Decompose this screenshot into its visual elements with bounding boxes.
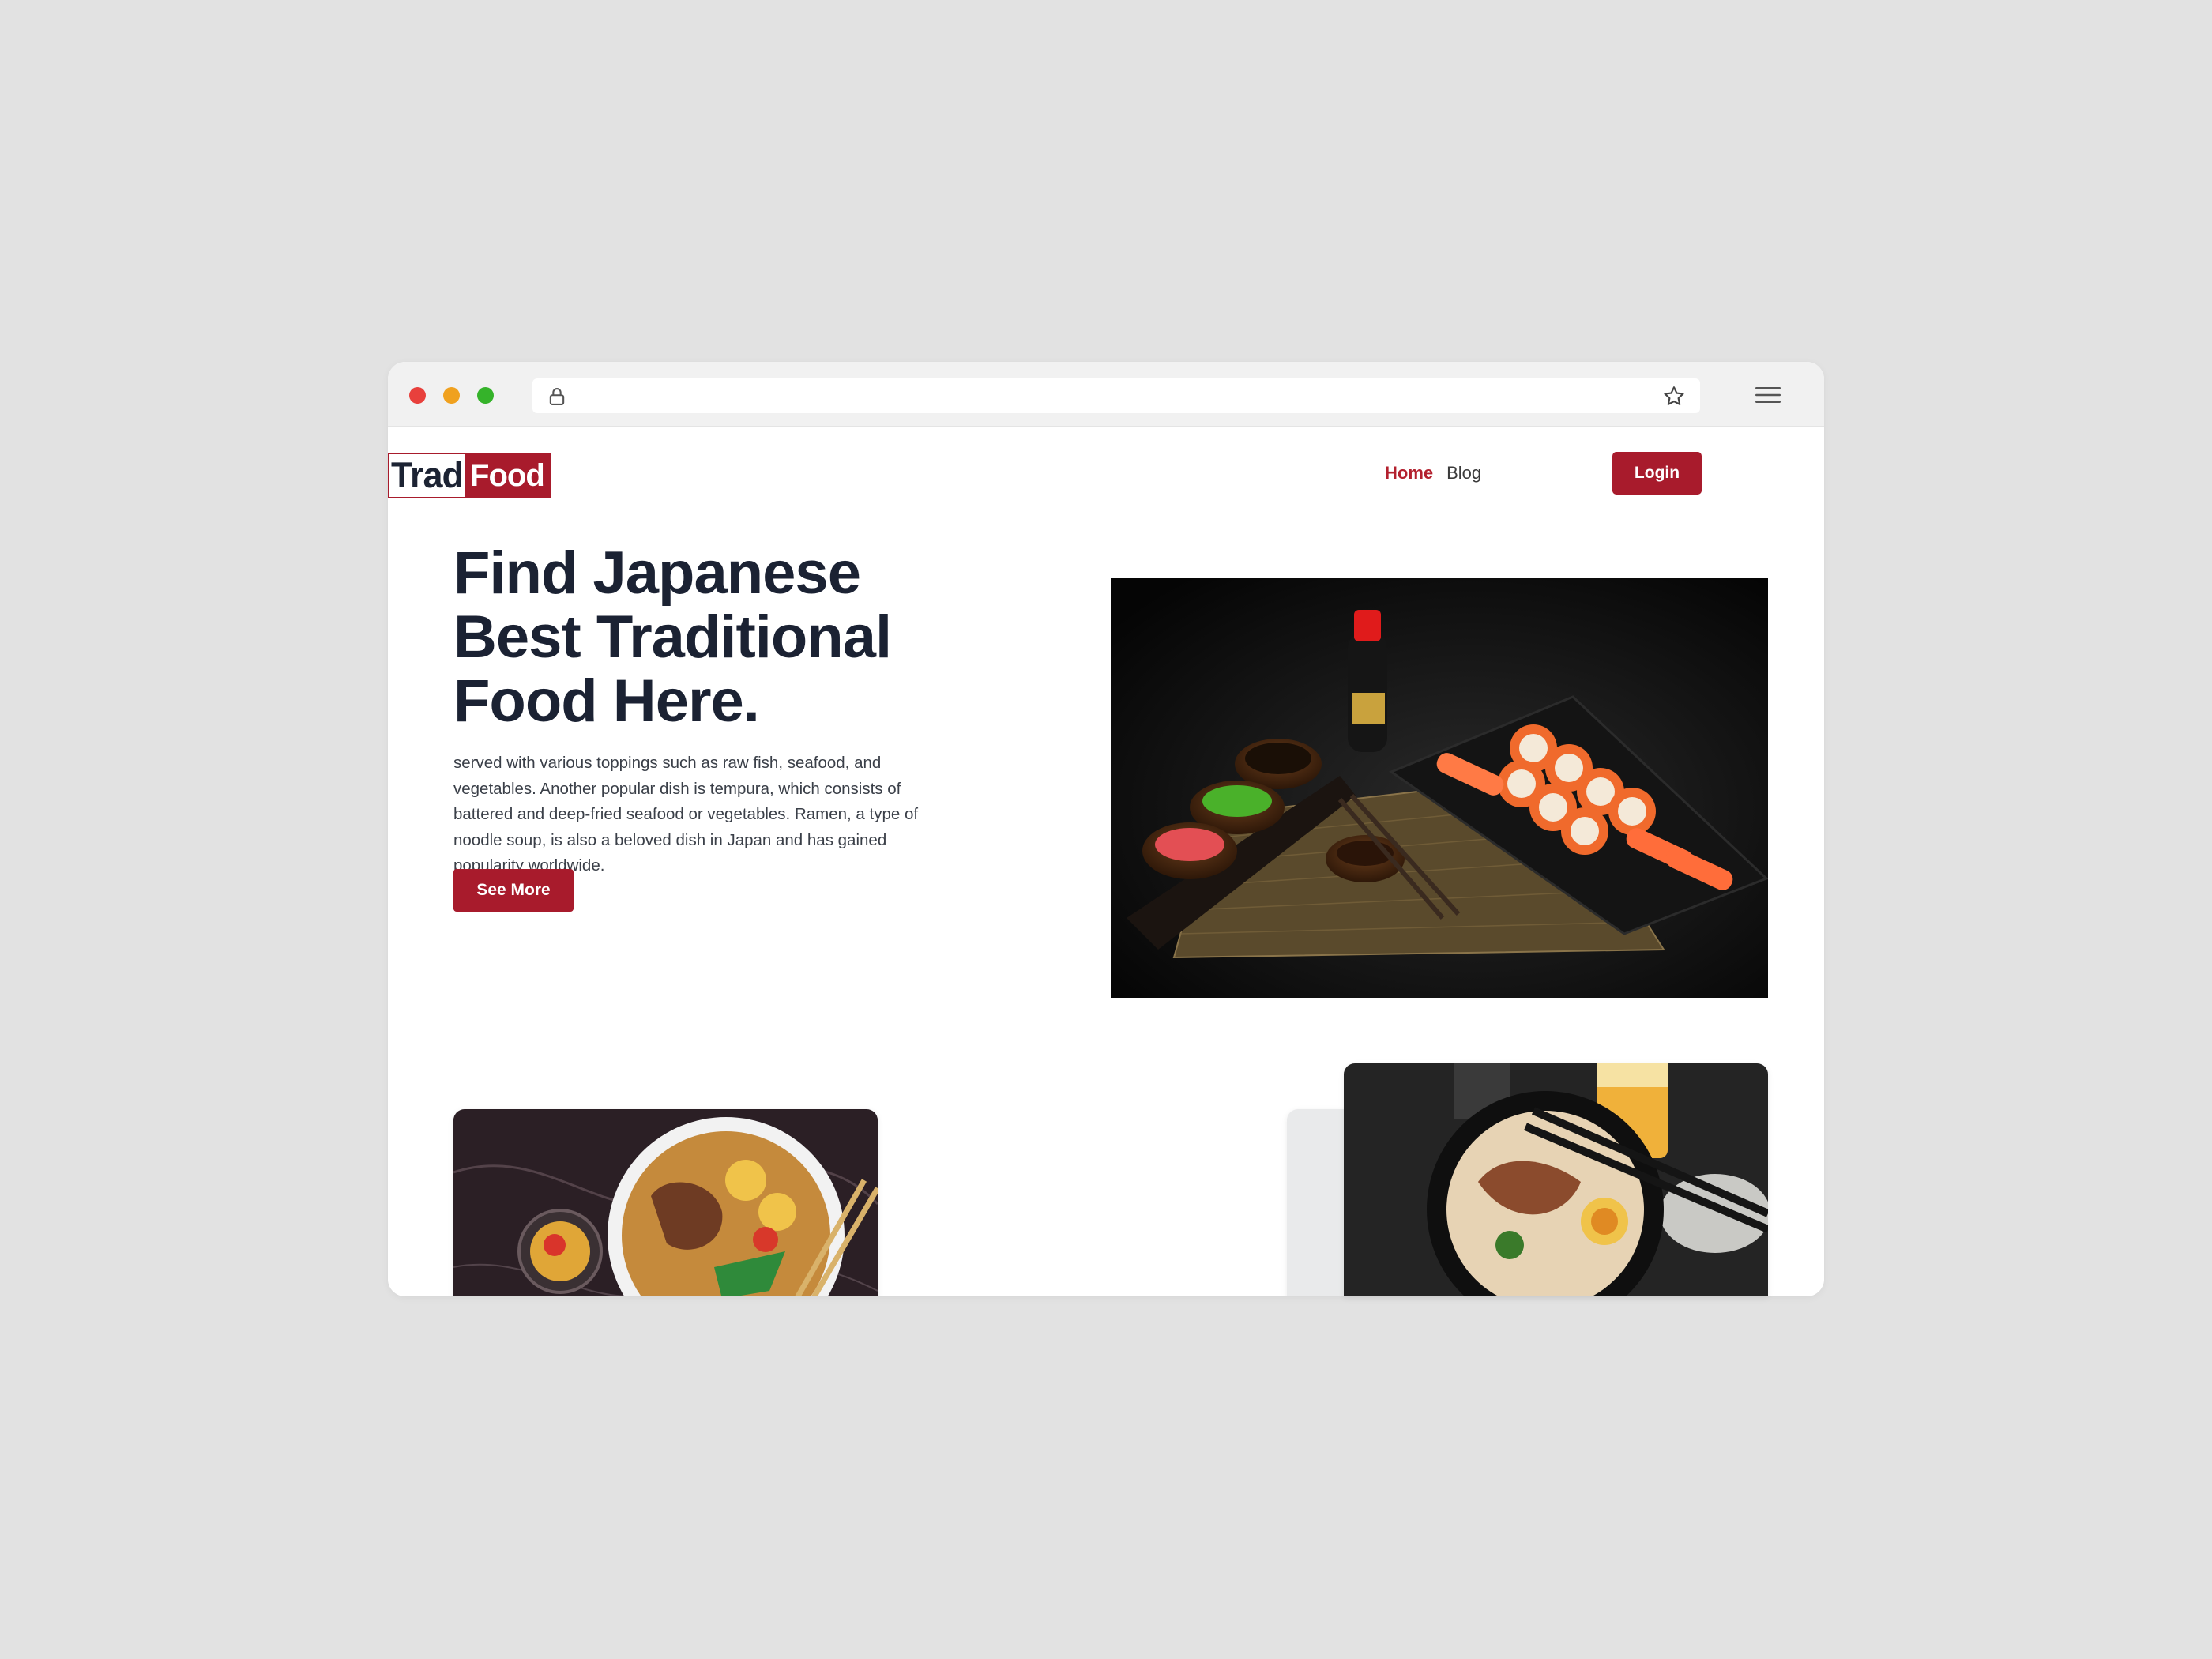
minimize-window-button[interactable] — [443, 387, 460, 404]
address-bar[interactable] — [532, 378, 1700, 413]
hero-title: Find Japanese Best Traditional Food Here… — [453, 540, 892, 735]
close-window-button[interactable] — [409, 387, 426, 404]
see-more-button[interactable]: See More — [453, 869, 574, 912]
hero-image-sushi — [1111, 578, 1768, 998]
hero-description: served with various toppings such as raw… — [453, 754, 919, 875]
logo-text-trad: Trad — [388, 453, 466, 498]
food-card-ramen-marble[interactable] — [453, 1109, 878, 1296]
nav-link-blog[interactable]: Blog — [1446, 463, 1481, 483]
lock-icon — [549, 388, 565, 405]
star-icon[interactable] — [1661, 384, 1687, 409]
browser-toolbar — [388, 362, 1824, 427]
main-nav: Home Blog — [1385, 463, 1481, 483]
food-card-ramen-black-bowl[interactable] — [1344, 1063, 1768, 1296]
menu-icon[interactable] — [1753, 382, 1783, 408]
site-logo[interactable]: Trad Food — [388, 453, 551, 498]
nav-link-home[interactable]: Home — [1385, 463, 1433, 483]
logo-text-food: Food — [465, 453, 551, 498]
login-button[interactable]: Login — [1612, 452, 1702, 495]
maximize-window-button[interactable] — [477, 387, 494, 404]
